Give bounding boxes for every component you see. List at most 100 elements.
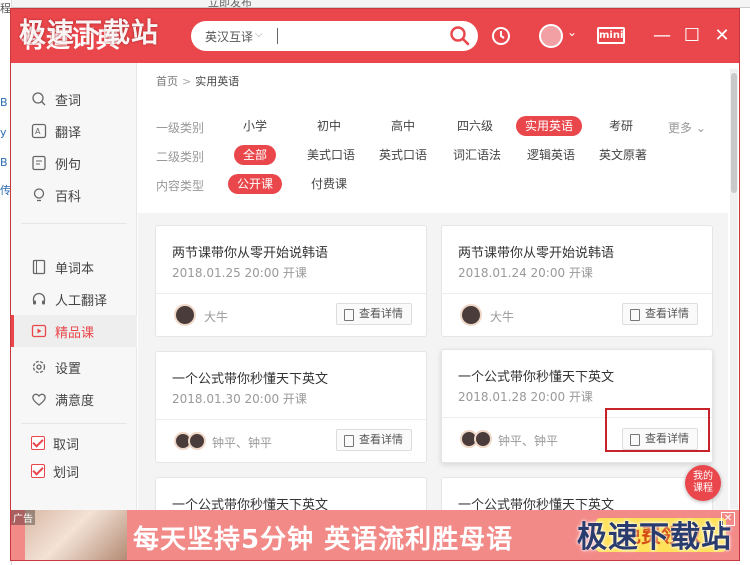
search-input[interactable] [283, 26, 443, 46]
course-title[interactable]: 两节课带你从零开始说韩语 [172, 242, 328, 261]
sidebar-divider [21, 223, 127, 224]
view-details-button[interactable]: 查看详情 [336, 303, 412, 325]
bulb-icon [33, 188, 45, 202]
view-details-button[interactable]: 查看详情 [622, 303, 698, 325]
translate-mode-select[interactable]: 英汉互译 [205, 28, 253, 45]
view-details-button[interactable]: 查看详情 [336, 429, 412, 451]
filter-chip-primary-school[interactable]: 小学 [234, 116, 276, 136]
background-window-top: 立即发布 [12, 0, 750, 9]
breadcrumb-separator: > [182, 75, 192, 88]
sidebar-item-premium-courses[interactable]: 精品课 [11, 315, 137, 347]
mini-mode-button[interactable]: mini [597, 27, 625, 44]
course-card[interactable]: 一个公式带你秒懂天下英文 2018.01.30 20:00 开课 钟平、钟平 查… [155, 351, 427, 463]
course-date: 2018.01.24 20:00 开课 [458, 266, 593, 280]
sidebar-item-label: 取词 [53, 437, 80, 453]
background-char: B [0, 96, 8, 109]
sidebar-item-examples[interactable]: 例句 [11, 147, 137, 179]
course-card[interactable]: 两节课带你从零开始说韩语 2018.01.25 20:00 开课 大牛 查看详情 [155, 225, 427, 337]
avatar[interactable] [539, 24, 563, 48]
filter-chip-practical-english[interactable]: 实用英语 [516, 116, 583, 136]
search-icon[interactable] [448, 24, 472, 48]
sidebar-item-lookup[interactable]: 查词 [11, 83, 137, 115]
maximize-button[interactable]: ☐ [679, 23, 705, 49]
scrollbar-thumb[interactable] [731, 73, 737, 193]
sidebar-item-label: 人工翻译 [55, 293, 108, 309]
filter-chip-vocab-grammar[interactable]: 词汇语法 [444, 145, 510, 165]
svg-text:A: A [35, 127, 41, 136]
select-word-checkbox[interactable] [31, 464, 45, 478]
close-button[interactable]: ✕ [709, 23, 735, 49]
course-date: 2018.01.25 20:00 开课 [172, 266, 307, 280]
filter-chip-high-school[interactable]: 高中 [382, 116, 424, 136]
chevron-down-icon[interactable]: ⌄ [567, 25, 577, 39]
sidebar-item-encyclopedia[interactable]: 百科 [11, 179, 137, 211]
ad-close-icon[interactable]: ✕ [721, 512, 735, 526]
background-char: B [0, 156, 8, 169]
teacher-name: 钟平、钟平 [212, 436, 273, 450]
my-courses-button[interactable]: 我的 课程 [685, 465, 721, 501]
teacher-name: 钟平、钟平 [498, 434, 559, 448]
filter-chip-cet[interactable]: 四六级 [448, 116, 502, 136]
search-box: 英汉互译 ⌵ [191, 21, 478, 51]
course-date: 2018.01.30 20:00 开课 [172, 392, 307, 406]
course-date: 2018.01.28 20:00 开课 [458, 390, 593, 404]
sidebar-item-human-translation[interactable]: 人工翻译 [11, 283, 137, 315]
sidebar-item-label: 查词 [55, 93, 82, 109]
more-filters-button[interactable]: 更多 ⌄ [668, 119, 706, 136]
sidebar-item-select-word[interactable]: 划词 [11, 455, 137, 487]
sidebar: 查词 A 翻译 例句 百科 单词本 人工翻译 精品课 设置 满意度 取词 划词 [11, 63, 137, 510]
filter-label-level1: 一级类别 [156, 121, 205, 135]
breadcrumb-current: 实用英语 [195, 75, 240, 88]
sidebar-item-settings[interactable]: 设置 [11, 351, 137, 383]
watermark: 极速下载站 [577, 520, 732, 555]
minimize-button[interactable]: — [649, 23, 675, 49]
teacher-avatar [188, 432, 206, 450]
teacher-name: 大牛 [490, 310, 515, 324]
sidebar-item-label: 单词本 [55, 261, 95, 277]
sidebar-item-label: 设置 [55, 361, 82, 377]
example-icon [32, 155, 46, 171]
chevron-down-icon[interactable]: ⌵ [255, 29, 263, 40]
filter-chip-american-oral[interactable]: 美式口语 [298, 145, 364, 165]
course-title[interactable]: 一个公式带你秒懂天下英文 [172, 368, 328, 387]
sidebar-item-label: 百科 [55, 189, 82, 205]
filter-chip-open-class[interactable]: 公开课 [228, 174, 283, 194]
ad-slogan: 每天坚持5分钟 英语流利胜母语 [133, 525, 514, 555]
search-icon [32, 92, 46, 106]
course-card[interactable]: 两节课带你从零开始说韩语 2018.01.24 20:00 开课 大牛 查看详情 [441, 225, 713, 337]
breadcrumb: 首页 > 实用英语 [156, 73, 239, 89]
filter-label-level2: 二级类别 [156, 150, 205, 164]
gear-icon [32, 360, 46, 374]
ad-banner[interactable]: 广告 每天坚持5分钟 英语流利胜母语 免费领取 极速下载站 ✕ [11, 510, 739, 560]
search-divider [277, 28, 278, 44]
background-char: y [0, 126, 7, 139]
watermark: 极速下载站 [19, 18, 159, 49]
filter-chip-original-books[interactable]: 英文原著 [590, 145, 656, 165]
course-title[interactable]: 一个公式带你秒懂天下英文 [458, 366, 614, 385]
sidebar-item-wordbook[interactable]: 单词本 [11, 251, 137, 283]
filter-chip-all[interactable]: 全部 [234, 145, 277, 165]
filter-chip-postgrad[interactable]: 考研 [600, 116, 642, 136]
filter-chip-middle-school[interactable]: 初中 [308, 116, 350, 136]
teacher-avatar [174, 304, 196, 326]
filter-chip-logic-english[interactable]: 逻辑英语 [518, 145, 584, 165]
annotation-highlight-box [605, 408, 710, 452]
sidebar-item-satisfaction[interactable]: 满意度 [11, 383, 137, 415]
teacher-name: 大牛 [204, 310, 229, 324]
app-window: 有道词典 极速下载站 英汉互译 ⌵ ⌄ mini — ☐ ✕ 查词 A 翻译 例… [10, 8, 740, 561]
course-title[interactable]: 两节课带你从零开始说韩语 [458, 242, 614, 261]
breadcrumb-home[interactable]: 首页 [156, 75, 178, 88]
sidebar-item-translate[interactable]: A 翻译 [11, 115, 137, 147]
capture-word-checkbox[interactable] [31, 436, 45, 450]
history-icon[interactable] [489, 24, 513, 48]
filter-chip-british-oral[interactable]: 英式口语 [370, 145, 436, 165]
teacher-avatar [460, 304, 482, 326]
video-icon [31, 324, 47, 338]
card-divider [156, 419, 426, 420]
filter-label-content-type: 内容类型 [156, 179, 205, 193]
scrollbar[interactable] [730, 69, 738, 509]
filter-chip-paid-class[interactable]: 付费课 [302, 174, 356, 194]
sidebar-divider [21, 423, 127, 424]
course-list: 两节课带你从零开始说韩语 2018.01.25 20:00 开课 大牛 查看详情… [138, 213, 728, 537]
notebook-icon [32, 259, 46, 275]
